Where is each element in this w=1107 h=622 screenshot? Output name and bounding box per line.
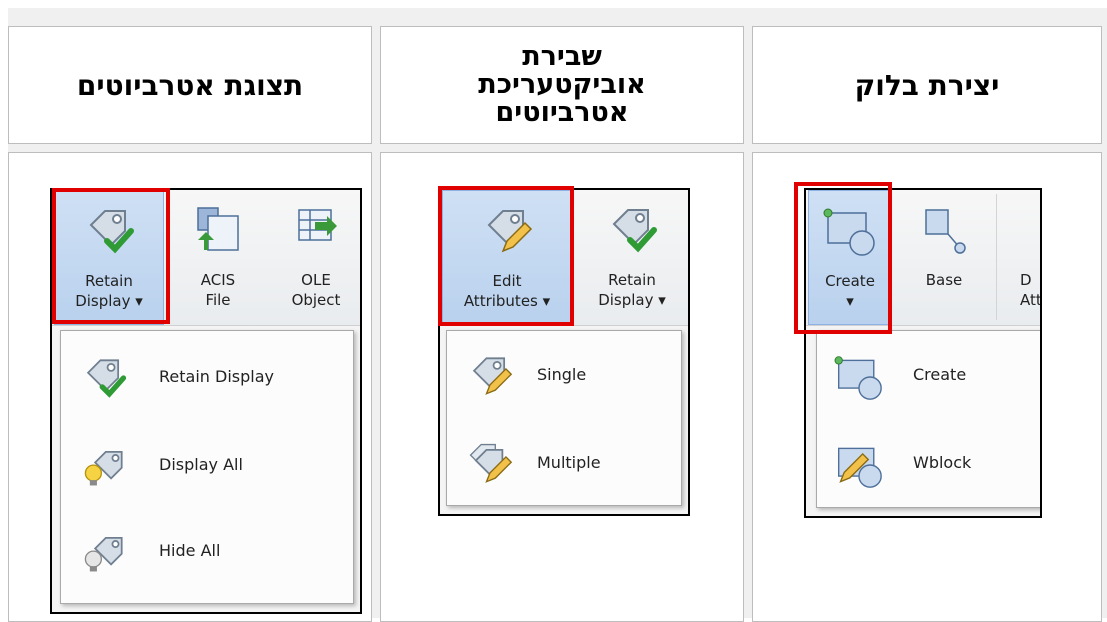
menu-item-label: Hide All [159, 541, 221, 560]
acis-file-icon [194, 204, 242, 258]
acis-file-button[interactable]: ACIS File [178, 190, 258, 325]
ribbon-panel: Edit Attributes ▾ Retain Display ▾ [440, 190, 688, 326]
menu-item-multiple[interactable]: Multiple [447, 429, 681, 499]
header-create-block: יצירת בלוק [752, 26, 1102, 144]
dropdown-menu: Single Multiple [446, 330, 682, 506]
ole-object-button[interactable]: OLE Object [272, 190, 360, 325]
menu-item-wblock[interactable]: Wblock [817, 429, 1040, 499]
menu-item-hide-all[interactable]: Hide All [61, 517, 353, 587]
header-text: תצוגת אטרביוטים [76, 68, 304, 102]
menu-item-display-all[interactable]: Display All [61, 431, 353, 501]
button-label: Retain [608, 271, 656, 289]
page-frame: תצוגת אטרביוטים שבירת אוביקטעריכת אטרביו… [8, 8, 1107, 622]
header-display-attributes: תצוגת אטרביוטים [8, 26, 372, 144]
define-attributes-button[interactable]: D Att [1006, 190, 1042, 325]
button-label: Base [925, 271, 963, 289]
menu-item-label: Display All [159, 455, 243, 474]
button-label: Attributes ▾ [463, 292, 551, 310]
menu-item-retain-display[interactable]: Retain Display [61, 343, 353, 413]
menu-item-label: Create [913, 365, 967, 384]
menu-item-single[interactable]: Single [447, 341, 681, 411]
button-label: Display ▾ [75, 292, 143, 310]
edit-attributes-button[interactable]: Edit Attributes ▾ [442, 190, 572, 325]
tag-bulb-icon [81, 443, 127, 493]
retain-display-button[interactable]: Retain Display ▾ [580, 190, 684, 325]
button-label: Att [1020, 291, 1042, 309]
button-label: Edit [492, 272, 522, 290]
wblock-icon [831, 441, 887, 493]
create-block-button[interactable]: Create ▾ [808, 190, 892, 325]
ribbon-panel: Create ▾ Base D Att [806, 190, 1040, 326]
tag-pencil-icon [467, 353, 513, 403]
screenshot-edit-attributes: Edit Attributes ▾ Retain Display ▾ Singl… [438, 188, 690, 516]
button-label: Object [291, 291, 341, 309]
create-block-icon [822, 205, 878, 261]
menu-item-label: Retain Display [159, 367, 274, 386]
button-label: Display ▾ [598, 291, 666, 309]
button-label: OLE [301, 271, 331, 289]
tag-check-icon [81, 355, 127, 405]
button-label: D [1020, 271, 1032, 289]
header-text: אטרביוטים [495, 97, 629, 128]
ribbon-separator [996, 194, 997, 320]
base-point-button[interactable]: Base [902, 190, 986, 325]
retain-display-button[interactable]: Retain Display ▾ [54, 190, 164, 325]
dropdown-menu: Create Wblock [816, 330, 1040, 508]
button-label: Create [825, 272, 875, 290]
tag-check-icon [83, 205, 135, 261]
base-point-icon [920, 204, 968, 260]
tag-pencil-icon [481, 205, 533, 261]
button-label: ACIS [200, 271, 236, 289]
menu-item-label: Multiple [537, 453, 601, 472]
tag-pencil-icon [467, 441, 513, 491]
tag-check-icon [606, 204, 658, 260]
button-label: ▾ [846, 292, 854, 310]
screenshot-create-block: Create ▾ Base D Att Create Wblock [804, 188, 1042, 518]
tag-bulb-off-icon [81, 529, 127, 579]
button-label: File [205, 291, 231, 309]
header-text: אוביקטעריכת [478, 69, 646, 100]
menu-item-label: Wblock [913, 453, 972, 472]
screenshot-retain-display: Retain Display ▾ ACIS File OLE Object Re… [50, 188, 362, 614]
header-text: יצירת בלוק [854, 68, 1000, 102]
button-label: Retain [85, 272, 133, 290]
header-explode-edit-attributes: שבירת אוביקטעריכת אטרביוטים [380, 26, 744, 144]
dropdown-menu: Retain Display Display All Hide All [60, 330, 354, 604]
menu-item-create[interactable]: Create [817, 341, 1040, 411]
ole-object-icon [293, 204, 339, 254]
ribbon-panel: Retain Display ▾ ACIS File OLE Object [52, 190, 360, 326]
menu-item-label: Single [537, 365, 587, 384]
create-block-icon [831, 353, 887, 405]
header-text: שבירת [522, 41, 602, 72]
